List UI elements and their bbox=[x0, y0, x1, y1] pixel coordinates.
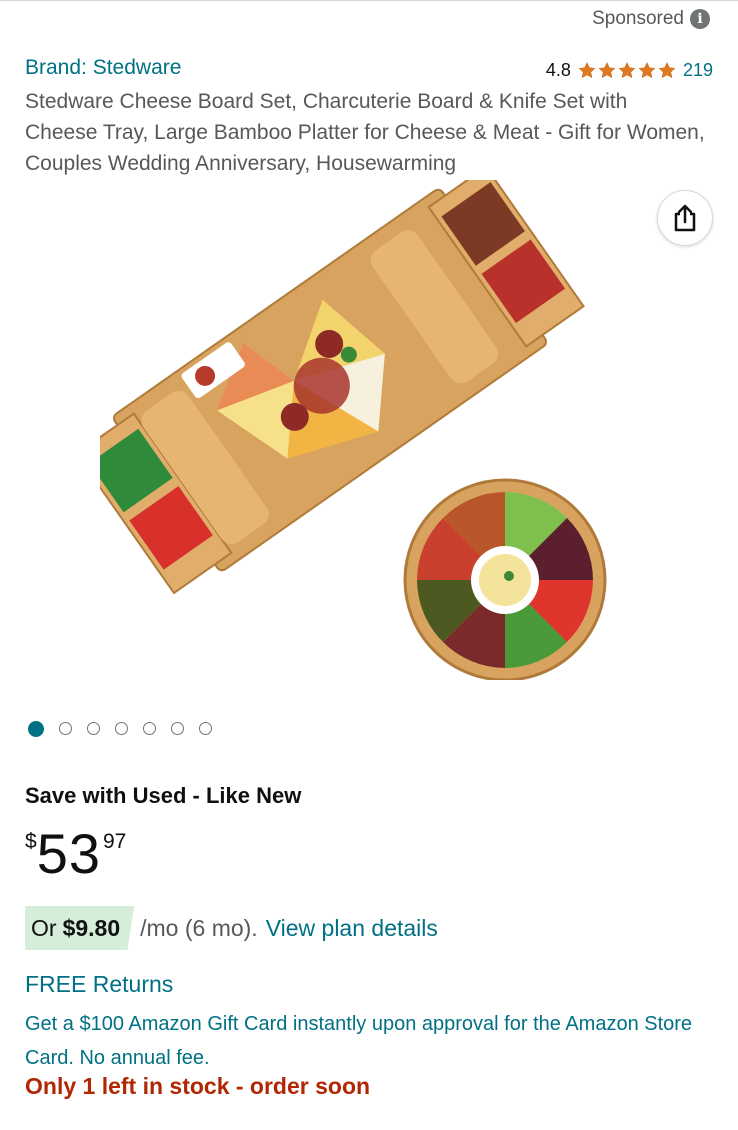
pagination-dot[interactable] bbox=[59, 722, 72, 735]
installment-badge: Or $9.80 bbox=[25, 906, 135, 950]
gift-card-offer-link[interactable]: Get a $100 Amazon Gift Card instantly up… bbox=[25, 1007, 705, 1075]
rating-summary[interactable]: 4.8 219 bbox=[546, 60, 713, 81]
brand-link[interactable]: Brand: Stedware bbox=[25, 56, 181, 80]
info-icon[interactable]: i bbox=[690, 9, 710, 29]
stock-warning: Only 1 left in stock - order soon bbox=[25, 1073, 371, 1099]
sponsored-label[interactable]: Sponsored i bbox=[592, 8, 710, 30]
share-button[interactable] bbox=[657, 190, 713, 246]
star-icon bbox=[658, 62, 676, 79]
pagination-dot-active[interactable] bbox=[28, 720, 44, 737]
product-title: Stedware Cheese Board Set, Charcuterie B… bbox=[25, 90, 705, 175]
pagination-dot[interactable] bbox=[143, 722, 156, 735]
star-icon bbox=[638, 62, 656, 79]
price: $ 53 97 bbox=[25, 822, 126, 886]
rating-value: 4.8 bbox=[545, 60, 571, 80]
star-rating bbox=[577, 61, 677, 80]
star-icon bbox=[578, 62, 596, 79]
pagination-dot[interactable] bbox=[171, 722, 184, 735]
installment-amount: $9.80 bbox=[62, 914, 121, 941]
top-divider bbox=[0, 0, 738, 1]
image-pagination[interactable] bbox=[28, 720, 212, 737]
review-count[interactable]: 219 bbox=[683, 60, 713, 81]
price-symbol: $ bbox=[25, 830, 37, 853]
product-image[interactable] bbox=[100, 180, 640, 680]
sponsored-text: Sponsored bbox=[592, 8, 684, 29]
free-returns-link[interactable]: FREE Returns bbox=[25, 971, 173, 998]
price-fraction: 97 bbox=[102, 830, 127, 853]
star-icon bbox=[598, 62, 616, 79]
installment-prefix: Or bbox=[31, 914, 57, 941]
pagination-dot[interactable] bbox=[115, 722, 128, 735]
price-whole: 53 bbox=[36, 822, 101, 885]
pagination-dot[interactable] bbox=[87, 722, 100, 735]
share-icon bbox=[674, 204, 696, 232]
installment-offer: Or $9.80 /mo (6 mo). View plan details bbox=[25, 906, 438, 950]
view-plan-details-link[interactable]: View plan details bbox=[266, 915, 438, 942]
save-heading: Save with Used - Like New bbox=[25, 783, 302, 808]
pagination-dot[interactable] bbox=[199, 722, 212, 735]
star-icon bbox=[618, 62, 636, 79]
installment-terms: /mo (6 mo). bbox=[140, 914, 258, 941]
